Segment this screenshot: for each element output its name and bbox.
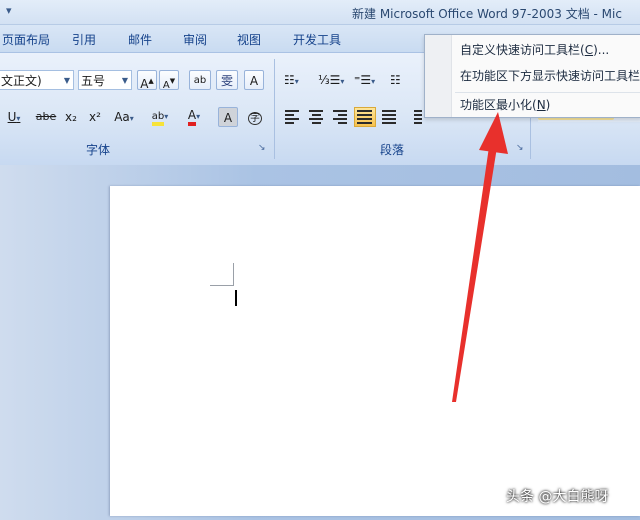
watermark: 头条 @大白熊呀 (506, 489, 609, 505)
red-arrow-annotation (452, 112, 508, 402)
